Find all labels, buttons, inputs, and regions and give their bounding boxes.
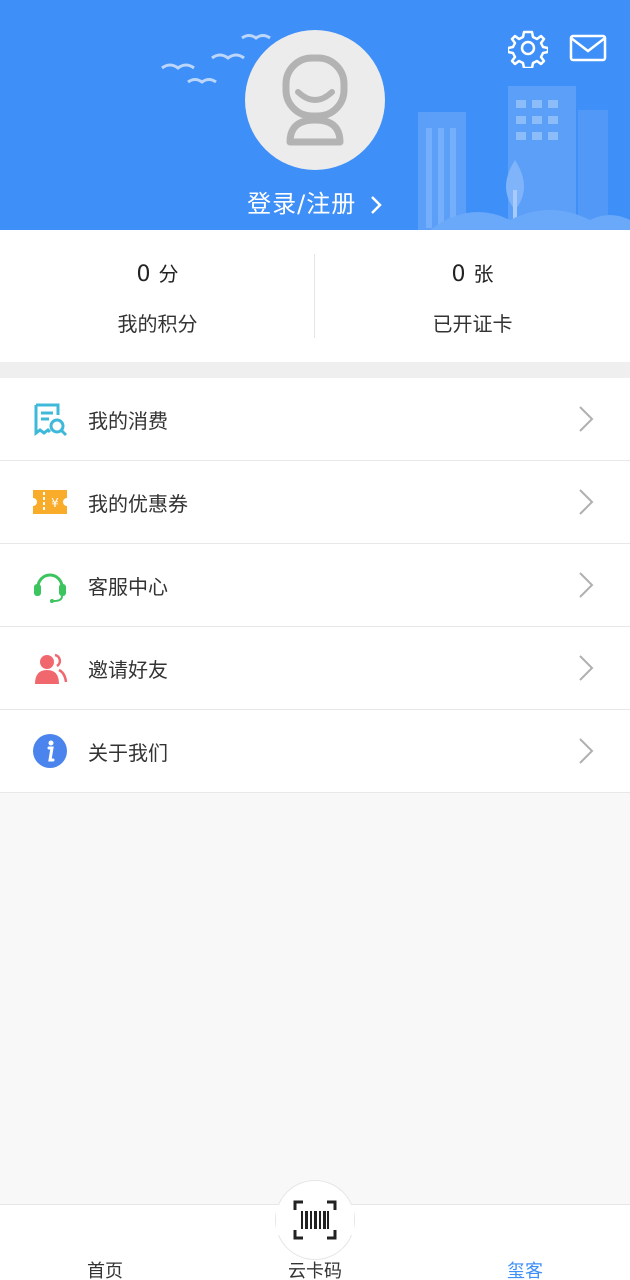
svg-text:¥: ¥ <box>51 496 59 510</box>
menu-label: 我的消费 <box>88 408 168 433</box>
login-register-label: 登录/注册 <box>247 190 357 218</box>
points-unit: 分 <box>158 262 179 286</box>
chevron-right-icon <box>370 196 382 214</box>
scan-button-icon-wrap <box>275 1180 355 1260</box>
menu-item-about[interactable]: 关于我们 <box>0 710 630 793</box>
cards-stat[interactable]: 0张 已开证卡 <box>315 230 630 362</box>
settings-button[interactable] <box>508 28 548 68</box>
menu-item-coupons[interactable]: ¥ 我的优惠券 <box>0 461 630 544</box>
headset-icon <box>32 567 68 603</box>
mail-icon <box>569 34 607 62</box>
avatar[interactable] <box>245 30 385 170</box>
menu-label: 我的优惠券 <box>88 491 188 516</box>
menu-item-consumption[interactable]: 我的消费 <box>0 378 630 461</box>
section-gap <box>0 362 630 378</box>
cards-value: 0 <box>451 262 466 287</box>
receipt-search-icon <box>32 401 68 437</box>
menu-label: 邀请好友 <box>88 657 168 682</box>
chevron-right-icon <box>579 572 594 598</box>
nav-home[interactable]: 首页 <box>45 1257 165 1280</box>
messages-button[interactable] <box>568 28 608 68</box>
points-stat[interactable]: 0分 我的积分 <box>0 230 315 362</box>
menu-item-invite[interactable]: 邀请好友 <box>0 627 630 710</box>
cards-value-row: 0张 <box>315 258 630 290</box>
chevron-right-icon <box>579 738 594 764</box>
points-label: 我的积分 <box>117 312 198 336</box>
menu-list: 我的消费 ¥ 我的优惠券 客服中心 邀请好友 关于我们 <box>0 378 630 793</box>
invite-users-icon <box>32 650 68 686</box>
gear-icon <box>508 30 548 68</box>
menu-label: 关于我们 <box>88 740 168 765</box>
user-placeholder-icon <box>282 54 348 146</box>
menu-label: 客服中心 <box>88 574 168 599</box>
app-screen: 登录/注册 0分 我的积分 0张 已开证卡 我的消费 ¥ 我的优惠券 客服中心 … <box>0 0 630 1280</box>
nav-me[interactable]: 玺客 <box>465 1257 585 1280</box>
cards-unit: 张 <box>473 262 494 286</box>
chevron-right-icon <box>579 489 594 515</box>
info-icon <box>32 733 68 769</box>
points-value: 0 <box>136 262 151 287</box>
points-value-row: 0分 <box>0 258 315 290</box>
profile-header: 登录/注册 <box>0 0 630 230</box>
chevron-right-icon <box>579 406 594 432</box>
menu-item-customer-service[interactable]: 客服中心 <box>0 544 630 627</box>
barcode-scan-icon <box>293 1200 337 1240</box>
login-register-link[interactable]: 登录/注册 <box>0 184 630 219</box>
cards-label: 已开证卡 <box>432 312 513 336</box>
coupon-icon: ¥ <box>32 484 68 520</box>
chevron-right-icon <box>579 655 594 681</box>
nav-cloud-card[interactable]: 云卡码 <box>255 1257 375 1280</box>
stats-panel: 0分 我的积分 0张 已开证卡 <box>0 230 630 362</box>
stats-divider <box>314 254 315 338</box>
